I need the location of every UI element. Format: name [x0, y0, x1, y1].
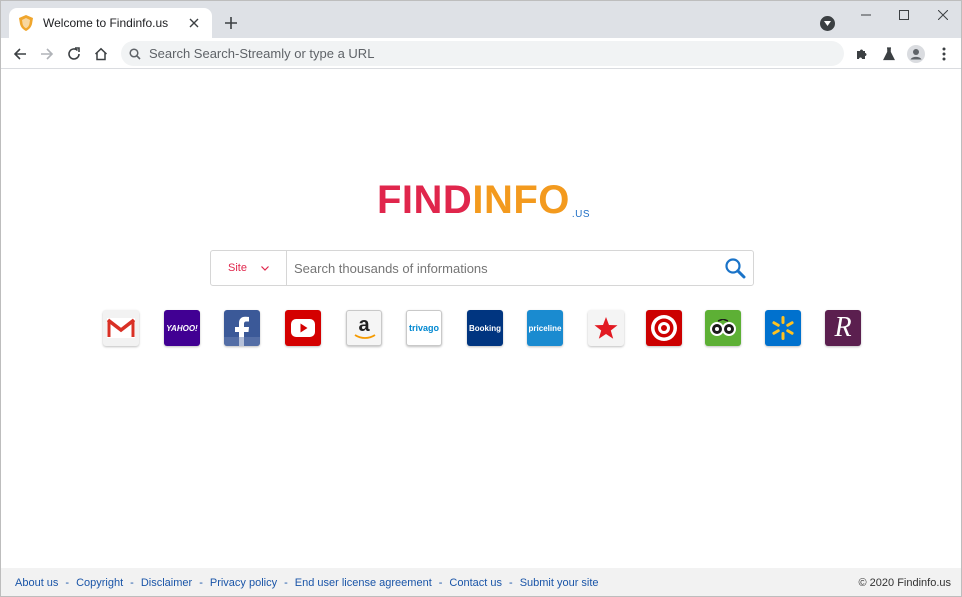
footer-copyright: © 2020 Findinfo.us	[858, 577, 952, 589]
chevron-down-icon[interactable]	[820, 16, 835, 31]
yahoo-label: YAHOO!	[166, 323, 198, 333]
page-footer: About us - Copyright - Disclaimer - Priv…	[1, 568, 961, 596]
spark-icon	[772, 316, 794, 340]
magnifier-icon	[724, 257, 746, 279]
back-arrow-icon[interactable]	[10, 44, 30, 64]
maximize-icon[interactable]	[892, 6, 916, 24]
search-scope-label: Site	[228, 262, 247, 274]
rakuten-label: R	[834, 312, 852, 343]
walmart-shortcut[interactable]	[765, 310, 801, 346]
home-icon[interactable]	[91, 44, 111, 64]
logo-tld: .US	[571, 209, 591, 220]
youtube-shortcut[interactable]	[285, 310, 321, 346]
amazon-shortcut[interactable]: a	[346, 310, 382, 346]
tripadvisor-shortcut[interactable]	[705, 310, 741, 346]
close-icon[interactable]	[186, 15, 202, 31]
target-icon	[651, 315, 677, 341]
owl-icon	[710, 319, 736, 336]
footer-separator: -	[130, 577, 134, 589]
footer-separator: -	[284, 577, 288, 589]
tab-strip: Welcome to Findinfo.us	[1, 1, 961, 38]
gmail-icon	[107, 318, 135, 338]
footer-link-submit[interactable]: Submit your site	[520, 577, 599, 589]
address-bar[interactable]	[121, 41, 844, 66]
gmail-shortcut[interactable]	[103, 310, 139, 346]
reload-icon[interactable]	[64, 44, 84, 64]
youtube-icon	[291, 319, 315, 337]
star-icon	[594, 317, 618, 339]
footer-separator: -	[438, 577, 443, 589]
footer-separator: -	[65, 577, 70, 589]
yahoo-shortcut[interactable]: YAHOO!	[164, 310, 200, 346]
chevron-down-icon	[261, 265, 269, 271]
search-button[interactable]	[717, 251, 753, 285]
priceline-label: priceline	[528, 323, 562, 333]
search-icon	[129, 47, 141, 60]
logo-find: FIND	[377, 178, 473, 222]
priceline-shortcut[interactable]: priceline	[527, 310, 563, 346]
booking-shortcut[interactable]: Booking	[467, 310, 503, 346]
facebook-shortcut[interactable]	[224, 310, 260, 346]
flask-icon[interactable]	[879, 44, 899, 64]
window-close-icon[interactable]	[931, 6, 955, 24]
booking-label: Booking	[469, 323, 501, 333]
browser-window: Welcome to Findinfo.us Search Search-Str…	[0, 0, 962, 597]
plus-icon[interactable]	[221, 13, 241, 33]
address-input[interactable]	[149, 46, 844, 61]
macys-shortcut[interactable]	[588, 310, 624, 346]
browser-tab[interactable]: Welcome to Findinfo.us	[9, 8, 212, 38]
logo-info: INFO	[472, 178, 570, 222]
shield-favicon-icon	[19, 15, 33, 31]
footer-link-eula[interactable]: End user license agreement	[295, 577, 432, 589]
footer-link-privacy[interactable]: Privacy policy	[210, 577, 277, 589]
amazon-smile-icon	[354, 334, 376, 339]
findinfo-logo: FIND INFO .US	[377, 178, 590, 223]
browser-toolbar	[1, 38, 961, 69]
puzzle-icon[interactable]	[852, 44, 872, 64]
shortcut-tiles: YAHOO! a trivago Booking priceline R	[103, 310, 863, 346]
target-shortcut[interactable]	[646, 310, 682, 346]
minimize-icon[interactable]	[854, 6, 878, 24]
trivago-label: trivago	[408, 323, 439, 333]
tab-title: Welcome to Findinfo.us	[43, 16, 169, 30]
search-box: Site	[210, 250, 754, 286]
forward-arrow-icon[interactable]	[37, 44, 57, 64]
footer-link-copyright[interactable]: Copyright	[76, 577, 123, 589]
rakuten-shortcut[interactable]: R	[825, 310, 861, 346]
search-scope-select[interactable]: Site	[211, 251, 287, 285]
footer-link-about[interactable]: About us	[15, 577, 58, 589]
footer-separator: -	[199, 577, 203, 589]
footer-separator: -	[509, 577, 513, 589]
footer-link-contact[interactable]: Contact us	[449, 577, 502, 589]
trivago-shortcut[interactable]: trivago	[406, 310, 442, 346]
account-icon[interactable]	[906, 44, 926, 64]
kebab-menu-icon[interactable]	[934, 44, 954, 64]
search-input[interactable]	[287, 251, 717, 285]
footer-link-disclaimer[interactable]: Disclaimer	[141, 577, 192, 589]
facebook-icon	[224, 316, 260, 346]
